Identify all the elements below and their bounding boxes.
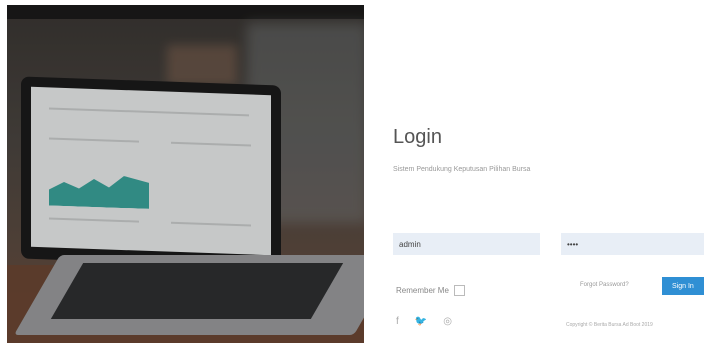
- hero-overlay: [7, 5, 364, 343]
- remember-me-checkbox[interactable]: [453, 285, 465, 296]
- forgot-password-link[interactable]: Forgot Password?: [580, 282, 629, 288]
- facebook-icon[interactable]: f: [396, 316, 399, 327]
- sign-in-button[interactable]: Sign In: [662, 277, 704, 295]
- instagram-icon[interactable]: ◎: [443, 316, 452, 327]
- username-input[interactable]: [393, 233, 540, 255]
- copyright-text: Copyright © Berita Bursa Ad Boot 2019: [566, 322, 653, 328]
- twitter-icon[interactable]: 🐦: [415, 316, 427, 327]
- password-input[interactable]: [561, 233, 704, 255]
- social-links: f 🐦 ◎: [396, 316, 452, 327]
- hero-image: [7, 5, 364, 343]
- login-subtitle: Sistem Pendukung Keputusan Pilihan Bursa: [393, 166, 531, 173]
- remember-me[interactable]: Remember Me: [396, 285, 465, 296]
- remember-me-label: Remember Me: [396, 286, 449, 295]
- login-title: Login: [393, 126, 442, 148]
